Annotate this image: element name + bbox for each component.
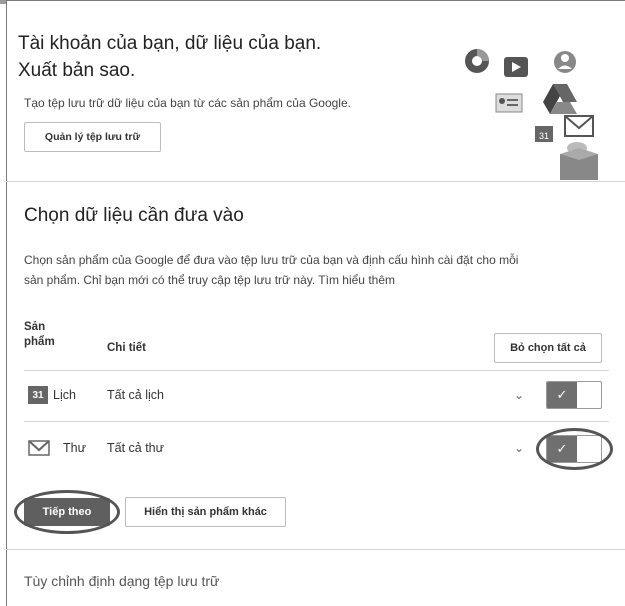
hero-title-line1: Tài khoản của bạn, dữ liệu của bạn. <box>18 33 322 54</box>
show-more-products-button[interactable]: Hiển thị sản phẩm khác <box>125 497 286 527</box>
contacts-icon <box>495 93 523 113</box>
youtube-icon <box>504 57 528 77</box>
deselect-all-button[interactable]: Bỏ chọn tất cả <box>494 333 602 363</box>
products-illustration-svg: 31 <box>465 49 598 180</box>
column-header-details: Chi tiết <box>107 342 146 354</box>
row-divider <box>24 421 609 422</box>
product-name-calendar: Lịch <box>53 388 76 402</box>
section-title: Chọn dữ liệu cần đưa vào <box>24 205 244 226</box>
chevron-down-icon[interactable]: ⌄ <box>514 388 524 402</box>
toggle-calendar[interactable]: ✓ <box>546 381 602 409</box>
product-name-mail: Thư <box>63 441 86 455</box>
section-description-line2: sản phẩm. Chỉ bạn mới có thể truy cập tệ… <box>24 273 395 287</box>
details-calendar: Tất cả lịch <box>107 388 164 402</box>
column-header-product-line1: Sản <box>24 321 46 333</box>
hero-heading: Tài khoản của bạn, dữ liệu của bạn. Xuất… <box>18 30 418 84</box>
highlight-ring-toggle <box>536 428 613 470</box>
column-header-product: Sản phẩm <box>24 320 55 350</box>
hero-description: Tạo tệp lưu trữ dữ liệu của bạn từ các s… <box>24 96 351 110</box>
gmail-decor-icon <box>564 115 594 137</box>
highlight-ring-next <box>14 490 120 534</box>
hero-title-line2: Xuất bản sao. <box>18 60 136 81</box>
archive-box-icon <box>560 142 598 180</box>
products-illustration: 31 <box>455 44 615 184</box>
chrome-icon <box>465 49 489 73</box>
calendar-icon: 31 <box>28 386 48 404</box>
drive-icon <box>543 84 577 114</box>
calendar-decor-badge: 31 <box>539 131 549 141</box>
column-header-product-line2: phẩm <box>24 336 55 348</box>
row-divider <box>24 370 609 371</box>
gmail-icon <box>28 440 50 456</box>
section-divider <box>6 549 625 550</box>
section-divider <box>6 181 625 182</box>
section-description: Chọn sản phẩm của Google để đưa vào tệp … <box>24 250 609 290</box>
details-mail: Tất cả thư <box>107 441 165 455</box>
customize-format-link[interactable]: Tùy chỉnh định dạng tệp lưu trữ <box>24 573 219 589</box>
profile-icon <box>554 51 576 73</box>
section-description-line1: Chọn sản phẩm của Google để đưa vào tệp … <box>24 253 519 267</box>
calendar-decor-icon: 31 <box>535 126 553 142</box>
check-icon: ✓ <box>547 382 577 408</box>
manage-archives-button[interactable]: Quản lý tệp lưu trữ <box>24 122 161 152</box>
chevron-down-icon[interactable]: ⌄ <box>514 441 524 455</box>
